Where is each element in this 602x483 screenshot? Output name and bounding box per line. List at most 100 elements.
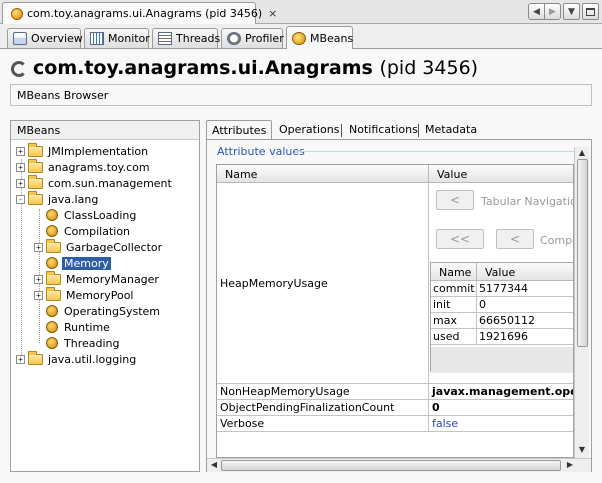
attribute-name-nonheapmemoryusage[interactable]: NonHeapMemoryUsage [217, 384, 429, 400]
refresh-spinner-icon [11, 61, 27, 77]
inner-row-value[interactable]: 5177344 [477, 281, 573, 297]
expand-icon[interactable]: + [34, 242, 43, 252]
tree-header: MBeans [11, 121, 199, 140]
tab-monitor-label: Monitor [108, 32, 150, 45]
column-header-name[interactable]: Name [217, 165, 429, 183]
attribute-value-nonheapmemoryusage[interactable]: javax.management.openm [429, 384, 573, 400]
vertical-scrollbar[interactable]: ▲ ▼ [574, 147, 589, 458]
tree-item-label: MemoryManager [66, 272, 159, 286]
arrow-right-icon: ▶ [549, 6, 556, 17]
inner-column-name[interactable]: Name [431, 263, 477, 281]
tree-item-label: anagrams.toy.com [48, 160, 150, 174]
expand-icon[interactable]: + [16, 178, 25, 188]
inner-row-name[interactable]: init [431, 297, 477, 313]
folder-icon [46, 286, 61, 301]
tree-item-java-util-logging[interactable]: + java.util.logging [16, 350, 138, 367]
composite-data-table: Name Value commit... 5177344 init 0 max … [430, 262, 573, 373]
tree-item-label: ClassLoading [64, 208, 137, 222]
horizontal-scrollbar[interactable]: ◀ ▶ [207, 458, 591, 472]
attribute-name-verbose[interactable]: Verbose [217, 416, 429, 432]
composite-navigation-label: Compos [540, 234, 573, 247]
mbean-icon [46, 225, 58, 237]
attribute-name-objectpendingfinalizationcount[interactable]: ObjectPendingFinalizationCount [217, 400, 429, 416]
inner-table-empty-area [431, 347, 573, 373]
tab-notifications[interactable]: Notifications [344, 120, 423, 140]
scroll-left-icon[interactable]: ◀ [207, 459, 221, 471]
tree-item-java-lang[interactable]: - java.lang [16, 190, 100, 207]
expand-icon[interactable]: + [16, 354, 25, 364]
scroll-down-icon[interactable]: ▼ [575, 444, 589, 456]
mbean-icon [46, 305, 58, 317]
attribute-value-objectpendingfinalizationcount[interactable]: 0 [429, 400, 573, 416]
tree-item-runtime[interactable]: Runtime [34, 319, 112, 335]
tabular-navigation-label: Tabular Navigation [481, 195, 574, 208]
tab-overview[interactable]: Overview [7, 28, 83, 48]
tab-metadata[interactable]: Metadata [420, 120, 482, 140]
tab-mbeans[interactable]: MBeans [286, 26, 353, 49]
first-button[interactable]: << [436, 229, 484, 249]
tree-item-classloading[interactable]: ClassLoading [34, 207, 138, 223]
folder-icon [46, 270, 61, 285]
inner-row-name[interactable]: used [431, 329, 477, 345]
inner-row-value[interactable]: 66650112 [477, 313, 573, 329]
tree-item-anagrams-toy-com[interactable]: + anagrams.toy.com [16, 158, 152, 175]
vertical-scroll-thumb[interactable] [577, 159, 588, 347]
tree-item-garbagecollector[interactable]: + GarbageCollector [34, 238, 164, 255]
tree-item-label: Runtime [64, 320, 110, 334]
tab-attributes[interactable]: Attributes [206, 120, 272, 140]
column-header-value[interactable]: Value [429, 165, 573, 183]
scroll-tabs-right-button[interactable]: ▶ [544, 3, 561, 20]
tab-mbeans-label: MBeans [310, 31, 354, 45]
inner-column-value[interactable]: Value [477, 263, 573, 281]
expand-icon[interactable]: + [16, 146, 25, 156]
page-title: com.toy.anagrams.ui.Anagrams (pid 3456) [33, 57, 478, 79]
view-tabs: Overview Monitor Threads Profiler MBeans [0, 24, 602, 49]
attribute-value-verbose[interactable]: false [429, 416, 573, 432]
tree-item-memory[interactable]: Memory [34, 255, 111, 271]
collapse-icon[interactable]: - [16, 194, 25, 204]
application-name: com.toy.anagrams.ui.Anagrams [33, 57, 373, 79]
attribute-name-heapmemoryusage[interactable]: HeapMemoryUsage [217, 183, 429, 384]
tree-item-label: com.sun.management [48, 176, 172, 190]
expand-icon[interactable]: + [16, 162, 25, 172]
inner-row-value[interactable]: 0 [477, 297, 573, 313]
tab-list-button[interactable]: ▼ [563, 3, 580, 20]
composite-prev-button[interactable]: < [496, 229, 534, 249]
arrow-left-icon: ◀ [533, 6, 540, 17]
scroll-tabs-left-button[interactable]: ◀ [528, 3, 545, 20]
scroll-right-icon[interactable]: ▶ [563, 459, 577, 471]
tree-item-threading[interactable]: Threading [34, 335, 121, 351]
tab-threads[interactable]: Threads [152, 28, 220, 48]
tabular-prev-button[interactable]: < [436, 190, 474, 210]
tree-item-label: java.lang [48, 192, 99, 206]
detail-tabs: Attributes Operations Notifications Meta… [206, 120, 592, 140]
tree-item-jmimplementation[interactable]: + JMImplementation [16, 142, 150, 159]
expand-icon[interactable]: + [34, 290, 43, 300]
tree-item-memorymanager[interactable]: + MemoryManager [34, 270, 161, 287]
mbean-icon [46, 209, 58, 221]
horizontal-scroll-thumb[interactable] [221, 460, 561, 471]
tree-item-label: JMImplementation [48, 144, 149, 158]
tab-separator [418, 124, 419, 137]
tab-profiler[interactable]: Profiler [221, 28, 284, 48]
document-tab[interactable]: com.toy.anagrams.ui.Anagrams (pid 3456) … [2, 2, 277, 24]
maximize-button[interactable] [582, 3, 599, 20]
close-icon[interactable]: × [268, 7, 277, 20]
inner-row-value[interactable]: 1921696 [477, 329, 573, 345]
tree-item-memorypool[interactable]: + MemoryPool [34, 286, 136, 303]
tree-item-compilation[interactable]: Compilation [34, 223, 132, 239]
tree-item-com-sun-management[interactable]: + com.sun.management [16, 174, 174, 191]
tree-item-label: Threading [64, 336, 120, 350]
tree-item-label-selected: Memory [62, 256, 111, 270]
tree-item-label: java.util.logging [48, 352, 137, 366]
inner-row-name[interactable]: commit... [431, 281, 477, 297]
mbeans-tree-panel: MBeans + JMImplementation + anagrams.toy… [10, 120, 200, 472]
overview-icon [13, 32, 27, 45]
folder-icon [28, 350, 43, 365]
tree-item-operatingsystem[interactable]: OperatingSystem [34, 303, 162, 319]
expand-icon[interactable]: + [34, 274, 43, 284]
tab-operations[interactable]: Operations [274, 120, 344, 140]
scroll-up-icon[interactable]: ▲ [575, 147, 589, 159]
tab-monitor[interactable]: Monitor [84, 28, 150, 48]
inner-row-name[interactable]: max [431, 313, 477, 329]
